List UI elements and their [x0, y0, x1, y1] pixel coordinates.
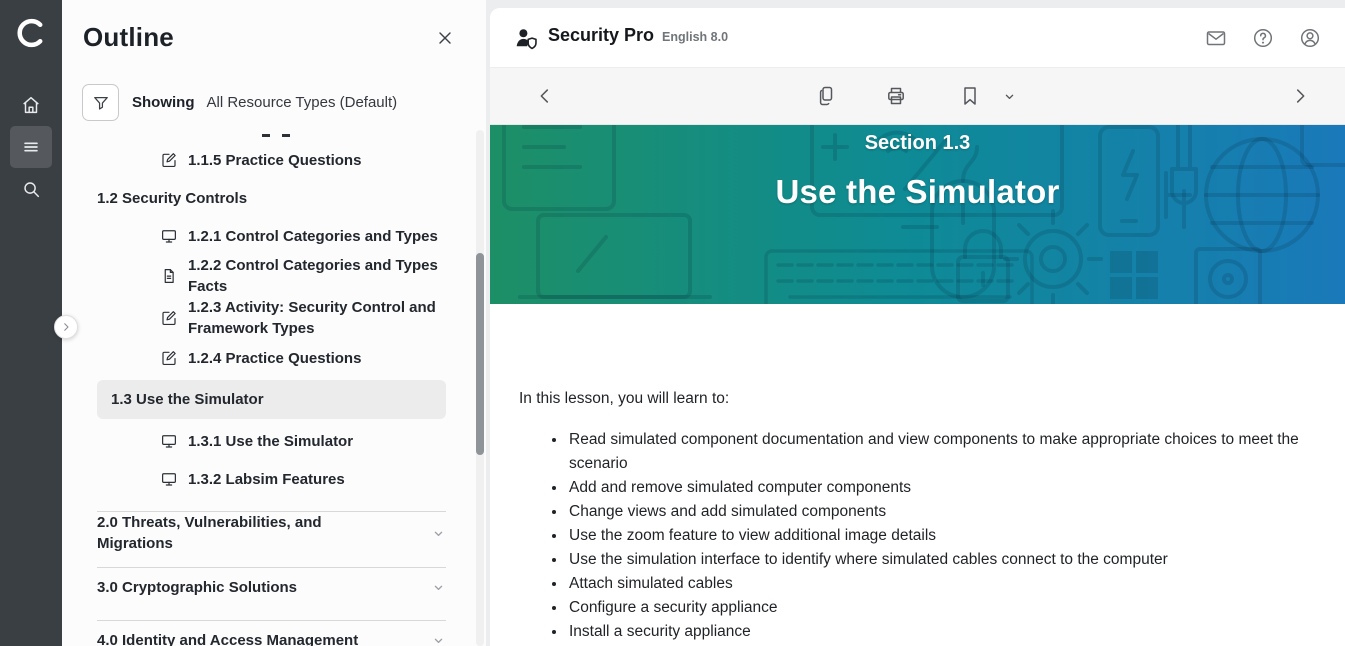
objective-item: Configure a security appliance: [567, 596, 1305, 620]
course-version: English 8.0: [662, 30, 728, 44]
objective-item: Read simulated component documentation a…: [567, 428, 1305, 476]
panel-expand-toggle[interactable]: [54, 315, 78, 339]
outline-item-label: 1.2.4 Practice Questions: [188, 348, 361, 369]
outline-item[interactable]: 3.0 Cryptographic Solutions: [62, 568, 486, 607]
outline-item-label: 1.1.5 Practice Questions: [188, 150, 361, 171]
course-title: Security Pro: [548, 25, 654, 46]
outline-item[interactable]: 2.0 Threats, Vulnerabilities, and Migrat…: [62, 512, 486, 554]
objective-item: Use the zoom feature to view additional …: [567, 524, 1305, 548]
main-area: Security Pro English 8.0: [486, 0, 1345, 646]
outline-scrollbar-thumb[interactable]: [476, 253, 484, 455]
objective-item: Use the simulation interface to identify…: [567, 548, 1305, 572]
outline-item-label: 1.2 Security Controls: [97, 188, 247, 209]
outline-item-label: 1.3 Use the Simulator: [97, 389, 264, 410]
outline-panel: Outline Showing All Resource Types (Defa…: [62, 0, 486, 646]
objective-item: Install a security appliance: [567, 620, 1305, 644]
outline-item[interactable]: 1.2.4 Practice Questions: [62, 339, 486, 377]
close-icon[interactable]: [432, 25, 458, 51]
chevron-down-icon: [431, 580, 446, 595]
search-icon[interactable]: [10, 168, 52, 210]
objective-item: Add and remove simulated computer compon…: [567, 476, 1305, 500]
lesson-objectives-list: Read simulated component documentation a…: [567, 428, 1305, 644]
bookmark-menu-chevron-icon[interactable]: [995, 81, 1025, 111]
help-icon[interactable]: [1248, 23, 1278, 53]
filter-icon[interactable]: [82, 84, 119, 121]
edit-icon: [160, 349, 178, 367]
print-icon[interactable]: [881, 81, 911, 111]
objective-item: Attach simulated cables: [567, 572, 1305, 596]
bookmark-icon[interactable]: [955, 81, 985, 111]
copy-icon[interactable]: [811, 81, 841, 111]
section-title: Use the Simulator: [490, 173, 1345, 211]
outline-item-selected[interactable]: 1.3 Use the Simulator: [97, 380, 446, 419]
outline-item-label: 1.3.1 Use the Simulator: [188, 431, 353, 452]
document-icon: [160, 267, 178, 285]
section-number: Section 1.3: [490, 132, 1345, 155]
outline-item-label: 2.0 Threats, Vulnerabilities, and Migrat…: [97, 512, 360, 554]
mail-icon[interactable]: [1201, 23, 1231, 53]
outline-item-label: 4.0 Identity and Access Management: [97, 630, 358, 646]
filter-showing-label: Showing: [132, 94, 195, 111]
outline-item-label: 3.0 Cryptographic Solutions: [97, 577, 297, 598]
outline-item[interactable]: 1.3.1 Use the Simulator: [62, 422, 486, 460]
outline-panel-title: Outline: [83, 22, 174, 53]
outline-item-label: 1.2.3 Activity: Security Control and Fra…: [188, 297, 451, 339]
video-monitor-icon: [160, 470, 178, 488]
home-icon[interactable]: [10, 84, 52, 126]
course-security-icon: [513, 25, 539, 51]
edit-icon: [160, 309, 178, 327]
lesson-content: In this lesson, you will learn to: Read …: [490, 304, 1345, 646]
outline-item[interactable]: 1.2.1 Control Categories and Types: [62, 217, 486, 255]
video-monitor-icon: [160, 432, 178, 450]
app-rail: [0, 0, 62, 646]
objective-item: Change views and add simulated component…: [567, 500, 1305, 524]
outline-item[interactable]: 4.0 Identity and Access Management: [62, 621, 486, 646]
app-logo-icon[interactable]: [12, 14, 50, 52]
lesson-intro: In this lesson, you will learn to:: [519, 388, 1305, 410]
next-lesson-icon[interactable]: [1285, 81, 1315, 111]
outline-item[interactable]: 1.2 Security Controls: [62, 179, 486, 217]
outline-item-label: 1.3.2 Labsim Features: [188, 469, 345, 490]
edit-icon: [160, 151, 178, 169]
lesson-toolbar: [490, 68, 1345, 125]
outline-item[interactable]: 1.3.2 Labsim Features: [62, 460, 486, 498]
lesson-card: Security Pro English 8.0: [490, 8, 1345, 646]
outline-item-label: 1.2.1 Control Categories and Types: [188, 226, 438, 247]
outline-list: 1.1.5 Practice Questions 1.2 Security Con…: [62, 129, 486, 646]
filter-value-label[interactable]: All Resource Types (Default): [207, 94, 398, 111]
section-banner: Section 1.3 Use the Simulator: [490, 125, 1345, 304]
course-header: Security Pro English 8.0: [490, 8, 1345, 68]
outline-item[interactable]: 1.2.3 Activity: Security Control and Fra…: [62, 297, 486, 339]
outline-item[interactable]: 1.2.2 Control Categories and Types Facts: [62, 255, 486, 297]
outline-item[interactable]: 1.1.5 Practice Questions: [62, 141, 486, 179]
menu-icon[interactable]: [10, 126, 52, 168]
outline-item-label: 1.2.2 Control Categories and Types Facts: [188, 255, 451, 297]
account-icon[interactable]: [1295, 23, 1325, 53]
chevron-down-icon: [431, 526, 446, 541]
video-monitor-icon: [160, 227, 178, 245]
chevron-down-icon: [431, 633, 446, 646]
clipped-item-remnant: [262, 129, 486, 141]
